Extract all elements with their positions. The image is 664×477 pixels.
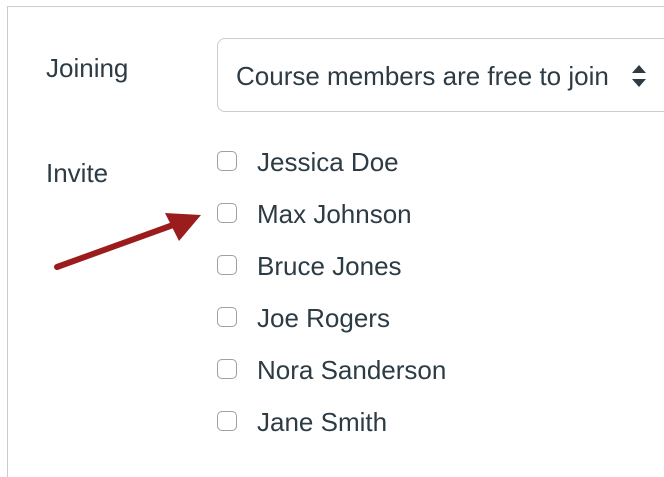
annotation-arrow-icon: [54, 213, 201, 270]
member-name: Joe Rogers: [257, 303, 390, 333]
member-checkbox[interactable]: [217, 151, 237, 171]
member-checkbox[interactable]: [217, 411, 237, 431]
member-name: Jane Smith: [257, 407, 388, 437]
joining-label: Joining: [46, 53, 129, 83]
group-settings-panel: Joining Course members are free to join …: [7, 6, 664, 477]
member-name: Max Johnson: [257, 199, 412, 229]
member-name: Bruce Jones: [257, 251, 402, 281]
member-name: Nora Sanderson: [257, 355, 447, 385]
member-checkbox[interactable]: [217, 255, 237, 275]
member-name: Jessica Doe: [257, 147, 399, 177]
member-checkbox[interactable]: [217, 203, 237, 223]
select-updown-arrows-icon: [632, 65, 646, 87]
joining-select[interactable]: Course members are free to join: [217, 38, 664, 112]
joining-select-value: Course members are free to join: [236, 61, 609, 91]
invite-label: Invite: [46, 158, 109, 188]
member-checkbox[interactable]: [217, 359, 237, 379]
member-checkbox[interactable]: [217, 307, 237, 327]
